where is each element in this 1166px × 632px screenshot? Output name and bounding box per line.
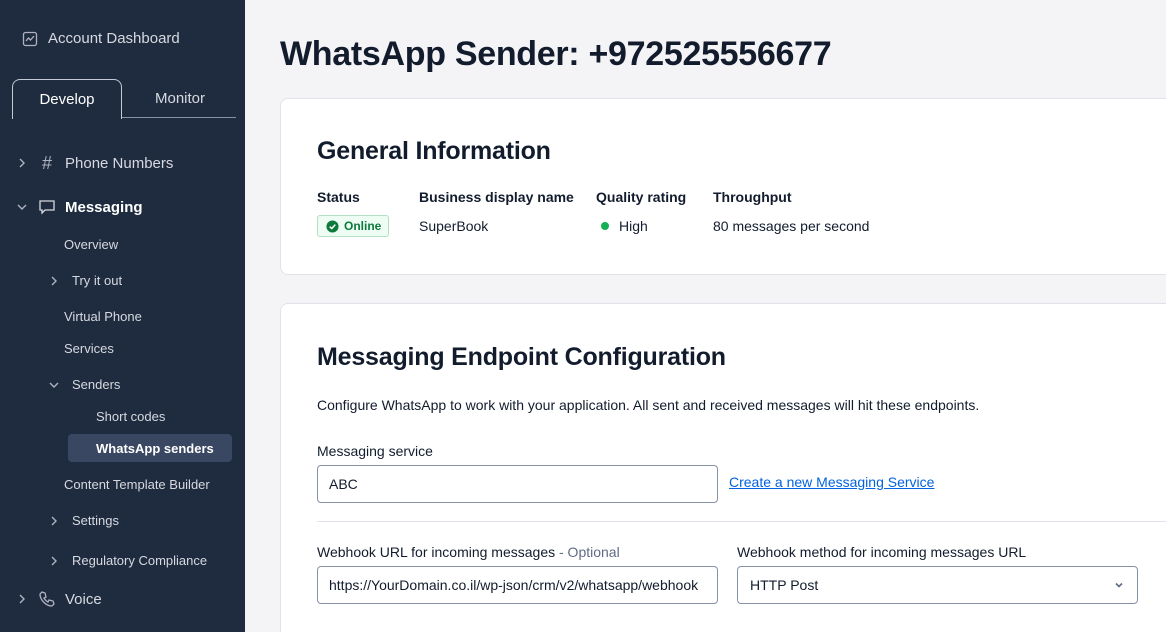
messaging-endpoint-card: Messaging Endpoint Configuration Configu… bbox=[280, 303, 1166, 632]
status-value-wrapper: Online bbox=[317, 215, 390, 237]
sidebar-item-label: Services bbox=[64, 341, 114, 356]
sidebar-item-label: Settings bbox=[72, 513, 119, 528]
webhook-method-select[interactable]: HTTP Post bbox=[737, 566, 1138, 604]
tab-monitor[interactable]: Monitor bbox=[124, 79, 236, 118]
quality-rating-value-wrapper: High bbox=[596, 218, 686, 234]
chevron-right-icon bbox=[51, 276, 57, 285]
chat-bubble-icon bbox=[39, 200, 55, 215]
phone-icon bbox=[39, 591, 55, 607]
sidebar-item-virtual-phone[interactable]: Virtual Phone bbox=[64, 309, 142, 324]
chevron-right-icon bbox=[51, 556, 57, 565]
status-label: Status bbox=[317, 189, 360, 205]
messaging-endpoint-title: Messaging Endpoint Configuration bbox=[317, 343, 726, 371]
sidebar-item-regulatory-compliance[interactable]: Regulatory Compliance bbox=[48, 553, 207, 568]
endpoint-description: Configure WhatsApp to work with your app… bbox=[317, 397, 980, 413]
sidebar-tabs: Develop Monitor bbox=[12, 79, 236, 119]
business-name-value: SuperBook bbox=[419, 218, 489, 234]
sidebar-item-phone-numbers[interactable]: # Phone Numbers bbox=[16, 154, 173, 172]
throughput-value: 80 messages per second bbox=[713, 218, 870, 234]
section-divider bbox=[317, 521, 1166, 522]
messaging-service-input[interactable] bbox=[317, 465, 718, 503]
status-column: Status Online bbox=[317, 189, 390, 237]
sidebar-item-label: Regulatory Compliance bbox=[72, 553, 208, 568]
sidebar-item-services[interactable]: Services bbox=[64, 341, 114, 356]
webhook-url-input[interactable] bbox=[317, 566, 718, 604]
create-messaging-service-link[interactable]: Create a new Messaging Service bbox=[729, 474, 934, 490]
sidebar-item-try-it-out[interactable]: Try it out bbox=[48, 273, 122, 288]
quality-rating-label: Quality rating bbox=[596, 189, 687, 205]
account-dashboard-link[interactable]: Account Dashboard bbox=[22, 30, 180, 47]
chevron-down-icon bbox=[1115, 582, 1123, 588]
general-information-card: General Information Status Online Busine… bbox=[280, 98, 1166, 275]
account-dashboard-label: Account Dashboard bbox=[48, 30, 180, 47]
chevron-right-icon bbox=[19, 158, 25, 168]
main-content: WhatsApp Sender: +972525556677 General I… bbox=[245, 0, 1166, 632]
throughput-column: Throughput 80 messages per second bbox=[713, 189, 869, 234]
chevron-down-icon bbox=[49, 382, 59, 388]
chevron-right-icon bbox=[51, 516, 57, 525]
sidebar-item-label: Voice bbox=[65, 590, 102, 608]
business-name-column: Business display name SuperBook bbox=[419, 189, 574, 234]
general-information-title: General Information bbox=[317, 137, 551, 165]
sidebar-item-voice[interactable]: Voice bbox=[16, 590, 102, 608]
hash-icon: # bbox=[41, 153, 52, 173]
quality-rating-value: High bbox=[619, 218, 648, 234]
sidebar-item-short-codes[interactable]: Short codes bbox=[96, 409, 165, 424]
sidebar-item-label: Try it out bbox=[72, 273, 123, 288]
chevron-down-icon bbox=[17, 204, 27, 210]
chevron-right-icon bbox=[19, 594, 25, 604]
sidebar-item-senders[interactable]: Senders bbox=[48, 377, 120, 392]
sidebar-item-label: WhatsApp senders bbox=[96, 440, 214, 456]
webhook-method-label: Webhook method for incoming messages URL bbox=[737, 544, 1027, 560]
tab-develop[interactable]: Develop bbox=[12, 79, 122, 119]
sidebar-item-label: Senders bbox=[72, 377, 121, 392]
business-name-label: Business display name bbox=[419, 189, 574, 205]
sidebar-item-label: Phone Numbers bbox=[65, 154, 174, 172]
dashboard-icon bbox=[22, 31, 38, 46]
sidebar-item-content-template-builder[interactable]: Content Template Builder bbox=[64, 477, 210, 492]
webhook-url-label-text: Webhook URL for incoming messages bbox=[317, 544, 556, 560]
sidebar-item-settings[interactable]: Settings bbox=[48, 513, 119, 528]
optional-indicator: - Optional bbox=[555, 544, 620, 560]
sidebar-item-label: Virtual Phone bbox=[64, 309, 142, 324]
status-badge-label: Online bbox=[344, 219, 382, 233]
sidebar-item-overview[interactable]: Overview bbox=[64, 237, 118, 252]
page-title: WhatsApp Sender: +972525556677 bbox=[280, 35, 832, 73]
sidebar-item-messaging[interactable]: Messaging bbox=[16, 198, 143, 216]
quality-status-dot bbox=[601, 222, 609, 230]
sidebar-item-label: Overview bbox=[64, 237, 119, 252]
check-circle-icon bbox=[326, 219, 339, 233]
sidebar: Account Dashboard Develop Monitor # Phon… bbox=[0, 0, 245, 632]
sidebar-item-whatsapp-senders[interactable]: WhatsApp senders bbox=[68, 434, 232, 462]
quality-rating-column: Quality rating High bbox=[596, 189, 686, 234]
status-badge: Online bbox=[317, 215, 390, 237]
sidebar-item-label: Content Template Builder bbox=[64, 477, 210, 492]
sidebar-item-label: Messaging bbox=[65, 198, 143, 216]
webhook-url-label: Webhook URL for incoming messages - Opti… bbox=[317, 544, 620, 560]
webhook-method-value: HTTP Post bbox=[750, 577, 819, 593]
sidebar-item-label: Short codes bbox=[96, 409, 166, 424]
throughput-label: Throughput bbox=[713, 189, 792, 205]
messaging-service-label: Messaging service bbox=[317, 443, 433, 459]
